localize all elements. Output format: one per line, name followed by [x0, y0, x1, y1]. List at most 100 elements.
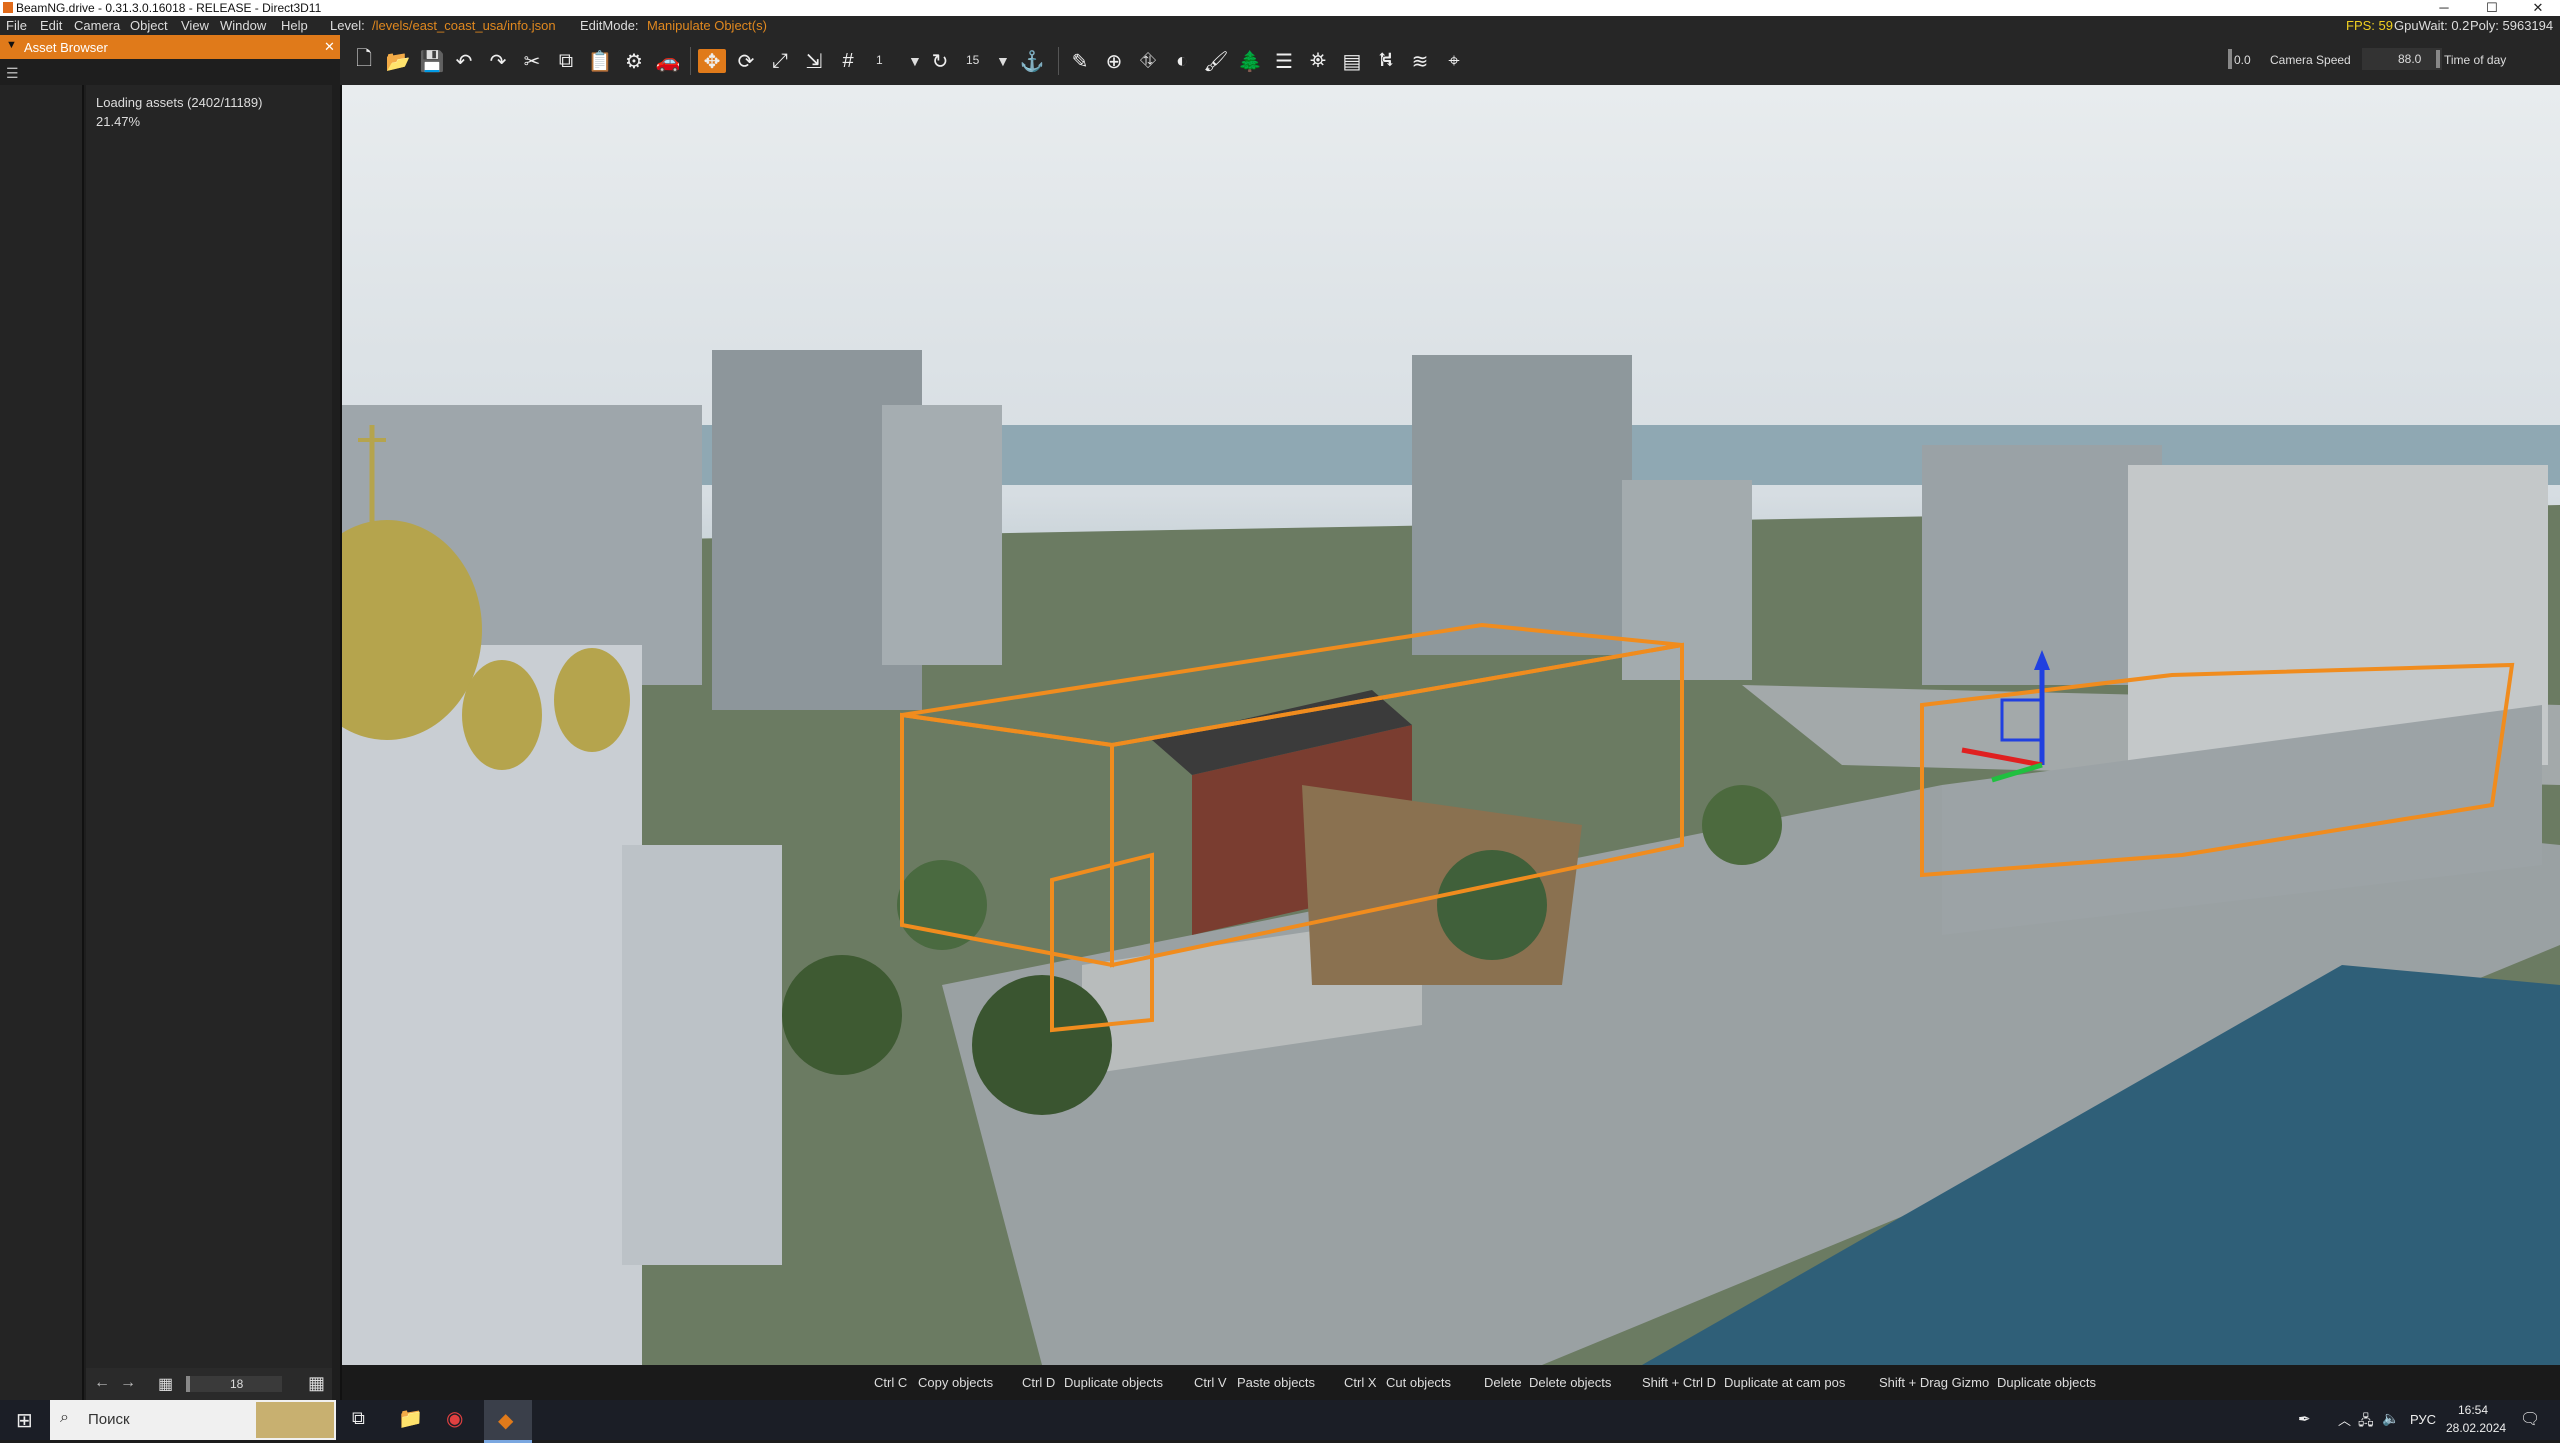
- layers-icon[interactable]: ☰: [1270, 49, 1298, 73]
- camera-speed-slider[interactable]: 88.0: [2362, 48, 2442, 70]
- asset-browser-footer: ← → ▦ 18 ▦: [86, 1368, 332, 1400]
- taskbar-search[interactable]: ⌕ Поиск: [50, 1400, 336, 1440]
- shortcut-key: Ctrl V: [1194, 1375, 1227, 1390]
- road-tool-icon[interactable]: ⛗: [1134, 49, 1162, 73]
- golden-dome: [462, 660, 542, 770]
- file-explorer-icon[interactable]: 📁: [398, 1406, 423, 1431]
- cut-icon[interactable]: ✂: [518, 49, 546, 73]
- grid-snap-dropdown-icon[interactable]: ▼: [908, 53, 922, 69]
- align-icon[interactable]: ⇲: [800, 49, 828, 73]
- save-icon[interactable]: 💾: [418, 49, 446, 73]
- forest-tool-icon[interactable]: 🌲: [1236, 49, 1264, 73]
- notification-icon[interactable]: 🗨: [2520, 1409, 2540, 1429]
- shortcut-action: Copy objects: [918, 1375, 994, 1390]
- network-icon[interactable]: 🖧: [2358, 1410, 2374, 1434]
- clock-time[interactable]: 16:54: [2458, 1403, 2488, 1417]
- search-icon: ⌕: [60, 1409, 69, 1426]
- chrome-icon[interactable]: ◉: [446, 1406, 463, 1431]
- search-placeholder: Поиск: [88, 1411, 130, 1428]
- shortcut-key: Delete: [1484, 1375, 1522, 1390]
- thumbnail-size-slider[interactable]: 18: [186, 1376, 282, 1392]
- camera-speed-handle[interactable]: [2436, 50, 2440, 68]
- tower-block: [882, 405, 1002, 665]
- shortcut-action: Duplicate objects: [1064, 1375, 1163, 1390]
- redo-icon[interactable]: ↷: [484, 49, 512, 73]
- translate-gizmo-icon[interactable]: ✥: [698, 49, 726, 73]
- rotate-snap-icon[interactable]: ↻: [926, 49, 954, 73]
- menu-edit[interactable]: Edit: [40, 18, 62, 33]
- level-label: Level:: [330, 18, 365, 33]
- rotate-snap-dropdown-icon[interactable]: ▼: [996, 53, 1010, 69]
- vehicle-icon[interactable]: 🚗: [654, 49, 682, 73]
- asset-folder-tree[interactable]: [0, 85, 84, 1405]
- tray-chevron-up-icon[interactable]: ︿: [2338, 1410, 2351, 1429]
- clock-date[interactable]: 28.02.2024: [2446, 1421, 2506, 1435]
- toolbar-separator: [690, 47, 691, 75]
- shortcut-action: Duplicate at cam pos: [1724, 1375, 1846, 1390]
- menu-help[interactable]: Help: [281, 18, 308, 33]
- toolbar-separator: [1058, 47, 1059, 75]
- settings-icon[interactable]: ⚙: [620, 49, 648, 73]
- volume-icon[interactable]: 🔈: [2382, 1410, 2399, 1427]
- rotate-gizmo-icon[interactable]: ⟳: [732, 49, 760, 73]
- undo-icon[interactable]: ↶: [450, 49, 478, 73]
- list-menu-icon[interactable]: ☰: [6, 65, 26, 81]
- thumbnail-size-value: 18: [230, 1377, 244, 1391]
- menu-file[interactable]: File: [6, 18, 27, 33]
- camera-value[interactable]: 0.0: [2234, 53, 2251, 67]
- scale-gizmo-icon[interactable]: ⤢: [766, 49, 794, 73]
- menu-object[interactable]: Object: [130, 18, 168, 33]
- decal-tool-icon[interactable]: ◐: [1168, 49, 1196, 73]
- minimize-button[interactable]: ─: [2424, 0, 2464, 16]
- open-folder-icon[interactable]: 📂: [384, 49, 412, 73]
- maximize-button[interactable]: ☐: [2472, 0, 2512, 16]
- tower-block: [1922, 445, 2162, 685]
- asset-grid[interactable]: Loading assets (2402/11189) 21.47%: [86, 85, 332, 1405]
- road-architect-icon[interactable]: ⛕: [1372, 49, 1400, 73]
- beamng-taskbar-button[interactable]: ◆: [484, 1400, 532, 1443]
- close-button[interactable]: ✕: [2518, 0, 2558, 16]
- task-view-icon[interactable]: ⧉: [352, 1408, 365, 1429]
- camera-speed-value: 88.0: [2398, 52, 2422, 66]
- collapse-arrow-icon[interactable]: ▼: [6, 39, 17, 51]
- terrain-snap-icon[interactable]: ⚓: [1018, 49, 1046, 73]
- beamng-app-icon: ◆: [498, 1410, 514, 1432]
- shortcut-action: Delete objects: [1529, 1375, 1612, 1390]
- back-arrow-icon[interactable]: ←: [94, 1374, 110, 1392]
- scene-viewport[interactable]: [342, 85, 2560, 1365]
- time-of-day-label: Time of day: [2444, 53, 2507, 67]
- copy-icon[interactable]: ⧉: [552, 49, 580, 73]
- scene-render[interactable]: [342, 85, 2560, 1365]
- grid-snap-value[interactable]: 1: [876, 53, 883, 67]
- input-language[interactable]: РУС: [2410, 1412, 2436, 1427]
- windows-taskbar: ⊞ ⌕ Поиск ⧉ 📁 ◉ ◆ ✒ ︿ 🖧 🔈 РУС 16:54 28.0…: [0, 1400, 2560, 1443]
- pen-icon[interactable]: ✒: [2298, 1410, 2311, 1428]
- new-file-icon[interactable]: 🗋: [350, 48, 378, 73]
- camera-slider-handle[interactable]: [2228, 49, 2232, 69]
- river-tool-icon[interactable]: ≋: [1406, 49, 1434, 73]
- create-object-icon[interactable]: ⊕: [1100, 49, 1128, 73]
- ai-path-icon[interactable]: ⛯: [1304, 49, 1332, 73]
- golden-dome: [554, 648, 630, 752]
- menu-window[interactable]: Window: [220, 18, 266, 33]
- terrain-paint-icon[interactable]: 🖌: [1202, 49, 1230, 73]
- beamng-logo-icon: [3, 2, 13, 13]
- windows-start-icon[interactable]: ⊞: [16, 1408, 33, 1433]
- rotate-snap-value[interactable]: 15: [966, 53, 979, 67]
- pencil-tool-icon[interactable]: ✎: [1066, 49, 1094, 73]
- grid-snap-icon[interactable]: #: [834, 49, 862, 73]
- forward-arrow-icon[interactable]: →: [120, 1374, 136, 1392]
- large-grid-icon[interactable]: ▦: [308, 1373, 325, 1394]
- mesh-road-icon[interactable]: ▤: [1338, 49, 1366, 73]
- small-grid-icon[interactable]: ▦: [158, 1374, 173, 1394]
- panel-close-icon[interactable]: ✕: [324, 39, 335, 55]
- menu-view[interactable]: View: [181, 18, 209, 33]
- paste-icon[interactable]: 📋: [586, 49, 614, 73]
- loading-status: Loading assets (2402/11189): [96, 95, 263, 110]
- window-title-bar: BeamNG.drive - 0.31.3.0.16018 - RELEASE …: [0, 0, 2560, 16]
- slider-handle[interactable]: [186, 1376, 190, 1392]
- level-path: /levels/east_coast_usa/info.json: [372, 18, 556, 33]
- editor-toolbar: 🗋 📂 💾 ↶ ↷ ✂ ⧉ 📋 ⚙ 🚗 ✥ ⟳ ⤢ ⇲ # 1 ▼ ↻ 15 ▼…: [340, 35, 2560, 85]
- shape-tool-icon[interactable]: ⌖: [1440, 49, 1468, 73]
- menu-camera[interactable]: Camera: [74, 18, 120, 33]
